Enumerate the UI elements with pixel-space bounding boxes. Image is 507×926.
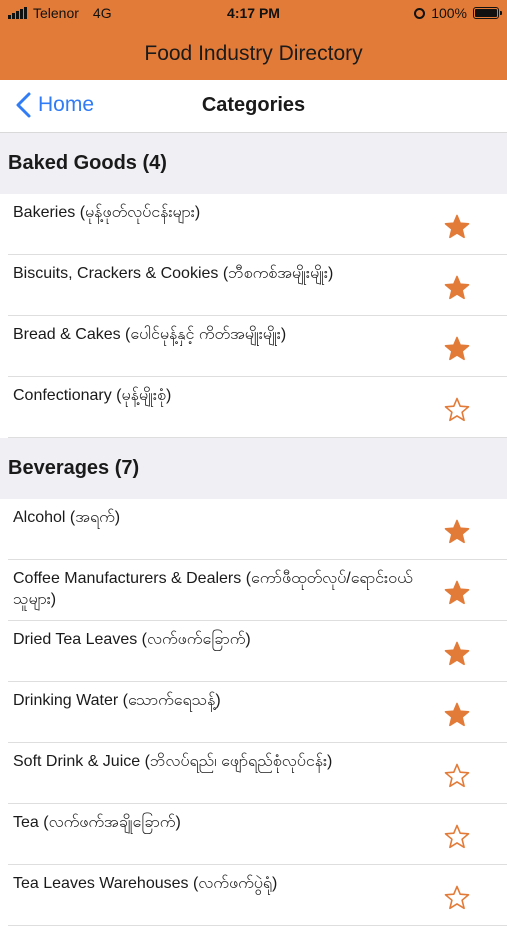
star-outline-icon[interactable] [444, 885, 470, 911]
star-filled-icon[interactable] [444, 275, 470, 301]
category-row[interactable]: Bread & Cakes (ပေါင်မုန့်နှင့် ကိတ်အမျို… [0, 316, 507, 377]
category-row[interactable]: Bakeries (မုန့်ဖုတ်လုပ်ငန်းများ) [0, 194, 507, 255]
status-bar: Telenor 4G 4:17 PM 100% [0, 0, 507, 28]
category-row[interactable]: Soft Drink & Juice (ဘိလပ်ရည်၊ ဖျော်ရည်စု… [0, 743, 507, 804]
category-row[interactable]: Alcohol (အရက်) [0, 499, 507, 560]
category-label: Alcohol (အရက်) [13, 509, 121, 526]
category-row[interactable]: Tea (လက်ဖက်အချိုခြောက်) [0, 804, 507, 865]
section-header: Beverages (7) [0, 438, 507, 499]
category-label: Soft Drink & Juice (ဘိလပ်ရည်၊ ဖျော်ရည်စု… [13, 753, 333, 770]
star-outline-icon[interactable] [444, 824, 470, 850]
star-filled-icon[interactable] [444, 580, 470, 606]
category-row[interactable]: Confectionary (မုန့်မျိုးစုံ) [0, 377, 507, 438]
alarm-icon [414, 7, 426, 19]
app-title: Food Industry Directory [144, 42, 363, 65]
page-title: Categories [201, 94, 306, 116]
category-list[interactable]: Baked Goods (4) Bakeries (မုန့်ဖုတ်လုပ်ငန… [0, 133, 507, 926]
star-filled-icon[interactable] [444, 519, 470, 545]
category-row[interactable]: Tea Leaves Warehouses (လက်ဖက်ပွဲရုံ) [0, 865, 507, 926]
battery-percent: 100% [431, 5, 467, 21]
star-filled-icon[interactable] [444, 336, 470, 362]
category-row[interactable]: Drinking Water (သောက်ရေသန့်) [0, 682, 507, 743]
category-label: Drinking Water (သောက်ရေသန့်) [13, 692, 221, 709]
category-label: Dried Tea Leaves (လက်ဖက်ခြောက်) [13, 631, 251, 648]
category-label: Tea Leaves Warehouses (လက်ဖက်ပွဲရုံ) [13, 875, 278, 892]
category-label: Coffee Manufacturers & Dealers (ကော်ဖီထု… [13, 570, 413, 608]
section-header: Baked Goods (4) [0, 133, 507, 194]
star-outline-icon[interactable] [444, 763, 470, 789]
navigation-bar: Home Categories [0, 80, 507, 133]
app-title-bar: Food Industry Directory [0, 28, 507, 80]
category-row[interactable]: Coffee Manufacturers & Dealers (ကော်ဖီထု… [0, 560, 507, 621]
category-label: Bread & Cakes (ပေါင်မုန့်နှင့် ကိတ်အမျို… [13, 326, 287, 343]
category-label: Confectionary (မုန့်မျိုးစုံ) [13, 387, 172, 404]
star-filled-icon[interactable] [444, 702, 470, 728]
category-label: Tea (လက်ဖက်အချိုခြောက်) [13, 814, 181, 831]
status-right: 100% [414, 5, 502, 21]
category-label: Biscuits, Crackers & Cookies (ဘီစကစ်အမျိ… [13, 265, 334, 282]
star-filled-icon[interactable] [444, 214, 470, 240]
star-filled-icon[interactable] [444, 641, 470, 667]
category-label: Bakeries (မုန့်ဖုတ်လုပ်ငန်းများ) [13, 204, 201, 221]
category-row[interactable]: Biscuits, Crackers & Cookies (ဘီစကစ်အမျိ… [0, 255, 507, 316]
row-divider [8, 437, 507, 438]
battery-icon [473, 7, 502, 19]
category-row[interactable]: Dried Tea Leaves (လက်ဖက်ခြောက်) [0, 621, 507, 682]
star-outline-icon[interactable] [444, 397, 470, 423]
